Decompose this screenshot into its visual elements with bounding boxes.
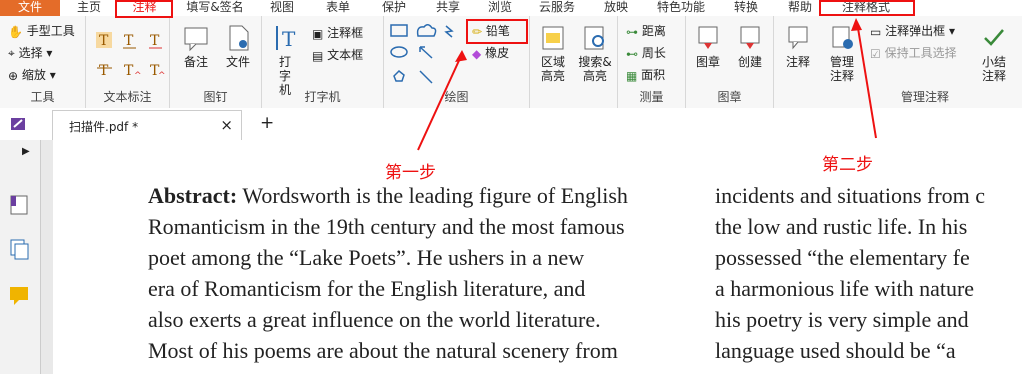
step2-arrowhead bbox=[851, 18, 862, 31]
step1-label: 第一步 bbox=[385, 163, 436, 183]
step1-arrowhead bbox=[455, 50, 467, 62]
annotation-arrows bbox=[417, 18, 877, 151]
step1-arrow bbox=[417, 53, 463, 151]
step2-label: 第二步 bbox=[822, 155, 873, 175]
step2-arrow bbox=[856, 21, 877, 139]
